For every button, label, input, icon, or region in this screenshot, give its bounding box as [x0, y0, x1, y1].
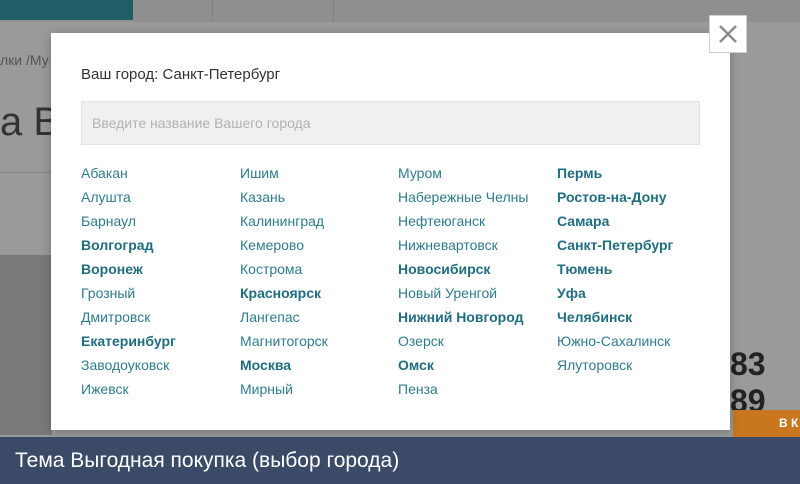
city-link[interactable]: Казань: [240, 185, 398, 209]
city-link[interactable]: Ижевск: [81, 377, 239, 401]
city-link[interactable]: Красноярск: [240, 281, 398, 305]
city-link[interactable]: Пенза: [398, 377, 556, 401]
city-link[interactable]: Барнаул: [81, 209, 239, 233]
background-phone: 83 89: [730, 346, 766, 419]
city-column: Абакан Алушта Барнаул Волгоград Воронеж Грозн…: [81, 161, 239, 401]
city-link[interactable]: Мирный: [240, 377, 398, 401]
city-link[interactable]: Лангепас: [240, 305, 398, 329]
city-link[interactable]: Муром: [398, 161, 556, 185]
city-link[interactable]: Нефтеюганск: [398, 209, 556, 233]
city-link[interactable]: Самара: [557, 209, 715, 233]
city-link[interactable]: Кострома: [240, 257, 398, 281]
city-link[interactable]: Грозный: [81, 281, 239, 305]
city-link[interactable]: Нижний Новгород: [398, 305, 556, 329]
city-link[interactable]: Ростов-на-Дону: [557, 185, 715, 209]
background-breadcrumb: лки /Му: [0, 52, 49, 68]
city-link[interactable]: Ишим: [240, 161, 398, 185]
city-link[interactable]: Екатеринбург: [81, 329, 239, 353]
city-link[interactable]: Новый Уренгой: [398, 281, 556, 305]
background-action-button: В К: [733, 410, 800, 438]
background-divider: [212, 0, 213, 22]
city-link[interactable]: Дмитровск: [81, 305, 239, 329]
city-link[interactable]: Калининград: [240, 209, 398, 233]
city-link[interactable]: Абакан: [81, 161, 239, 185]
city-search-input[interactable]: [81, 101, 700, 145]
city-link[interactable]: Алушта: [81, 185, 239, 209]
city-link[interactable]: Магнитогорск: [240, 329, 398, 353]
city-link[interactable]: Волгоград: [81, 233, 239, 257]
city-link[interactable]: Кемерово: [240, 233, 398, 257]
city-link[interactable]: Ялуторовск: [557, 353, 715, 377]
background-nav-block: [0, 0, 133, 20]
city-column: Муром Набережные Челны Нефтеюганск Нижневар…: [398, 161, 556, 401]
city-link[interactable]: Набережные Челны: [398, 185, 556, 209]
city-link[interactable]: Уфа: [557, 281, 715, 305]
close-button[interactable]: [709, 15, 747, 53]
city-link[interactable]: Озерск: [398, 329, 556, 353]
city-link[interactable]: Заводоуковск: [81, 353, 239, 377]
modal-title: Ваш город: Санкт-Петербург: [81, 66, 281, 83]
background-divider: [333, 0, 334, 22]
city-select-modal: Ваш город: Санкт-Петербург АбаканАлуштаБ…: [51, 33, 730, 430]
city-link[interactable]: Воронеж: [81, 257, 239, 281]
city-link[interactable]: Челябинск: [557, 305, 715, 329]
close-icon: [719, 25, 737, 43]
city-link[interactable]: Тюмень: [557, 257, 715, 281]
city-link[interactable]: Пермь: [557, 161, 715, 185]
city-column: Пермь Ростов-на-Дону Самара Санкт-Петербург…: [557, 161, 715, 377]
city-column: Ишим Казань Калининград Кемерово Кострома Кра…: [240, 161, 398, 401]
city-link[interactable]: Южно-Сахалинск: [557, 329, 715, 353]
city-link[interactable]: Нижневартовск: [398, 233, 556, 257]
background-divider: [0, 172, 52, 173]
city-link[interactable]: Омск: [398, 353, 556, 377]
caption-bar: Тема Выгодная покупка (выбор города): [0, 437, 800, 484]
city-link[interactable]: Новосибирск: [398, 257, 556, 281]
city-link[interactable]: Санкт-Петербург: [557, 233, 715, 257]
background-image: [0, 255, 52, 435]
city-link[interactable]: Москва: [240, 353, 398, 377]
